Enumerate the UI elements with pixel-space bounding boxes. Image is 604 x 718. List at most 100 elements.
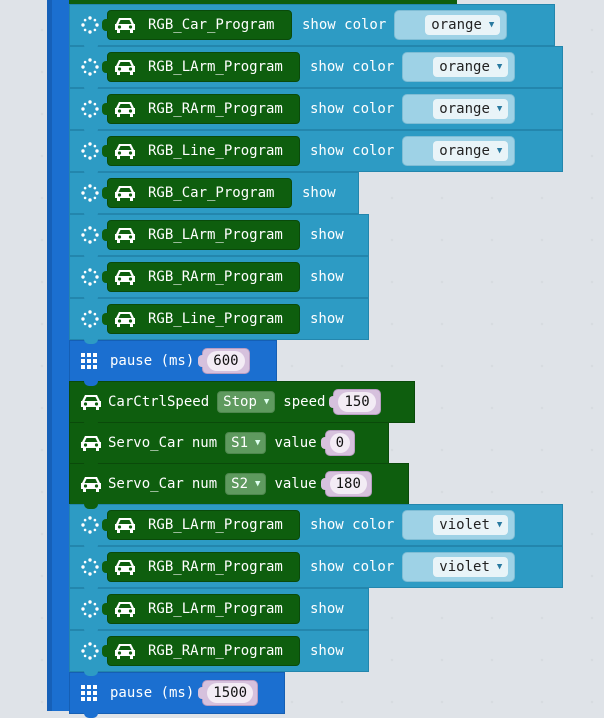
block-rgb[interactable]: RGB_RArm_Program show color violet ▼	[69, 546, 563, 592]
chevron-down-icon: ▼	[496, 520, 503, 530]
program-name: RGB_RArm_Program	[148, 643, 283, 659]
option-value: Stop	[223, 394, 257, 410]
container-block-rail-shade	[47, 0, 52, 711]
action-label: show	[310, 643, 344, 659]
block-connector	[84, 712, 98, 718]
car-icon	[114, 184, 136, 202]
value-label: value	[274, 435, 317, 451]
number-value[interactable]: 0	[329, 433, 351, 453]
block-rgb[interactable]: RGB_RArm_Program show color orange ▼	[69, 88, 563, 134]
block-label: CarCtrlSpeed	[108, 394, 210, 410]
number-field[interactable]: 150	[329, 389, 381, 415]
spinner-icon	[411, 559, 427, 575]
block-rgb-show[interactable]: RGB_LArm_Program show	[69, 588, 369, 634]
color-picker[interactable]: orange ▼	[402, 52, 516, 82]
car-icon	[114, 142, 136, 160]
car-program-reporter[interactable]: RGB_Line_Program	[102, 136, 300, 166]
spinner-icon	[411, 101, 427, 117]
car-program-reporter[interactable]: RGB_RArm_Program	[102, 94, 300, 124]
color-dropdown[interactable]: orange ▼	[433, 99, 509, 119]
car-icon	[114, 268, 136, 286]
spinner-icon	[79, 224, 101, 246]
car-program-reporter[interactable]: RGB_LArm_Program	[102, 510, 300, 540]
color-dropdown[interactable]: orange ▼	[425, 15, 501, 35]
number-value[interactable]: 600	[207, 351, 245, 371]
pause-label: pause (ms)	[110, 685, 195, 701]
spinner-icon	[79, 514, 101, 536]
action-label: show	[302, 185, 336, 201]
program-name: RGB_Car_Program	[148, 17, 275, 33]
color-dropdown[interactable]: orange ▼	[433, 57, 509, 77]
car-program-reporter[interactable]: RGB_Car_Program	[102, 10, 292, 40]
pause-label: pause (ms)	[110, 353, 195, 369]
action-label: show	[310, 601, 344, 617]
program-name: RGB_RArm_Program	[148, 101, 283, 117]
car-program-reporter[interactable]: RGB_RArm_Program	[102, 552, 300, 582]
chevron-down-icon: ▼	[255, 438, 261, 448]
block-rgb-show[interactable]: RGB_RArm_Program show	[69, 630, 369, 676]
block-pause[interactable]: pause (ms) 600	[69, 340, 277, 386]
color-picker[interactable]: orange ▼	[394, 10, 508, 40]
block-servo[interactable]: Servo_Car num S1 ▼ value 0	[69, 422, 389, 468]
number-value[interactable]: 150	[338, 392, 376, 412]
block-servo[interactable]: Servo_Car num S2 ▼ value 180	[69, 463, 409, 509]
block-rgb-show[interactable]: RGB_RArm_Program show	[69, 256, 369, 302]
color-dropdown[interactable]: orange ▼	[433, 141, 509, 161]
car-program-reporter[interactable]: RGB_Car_Program	[102, 178, 292, 208]
car-program-reporter[interactable]: RGB_LArm_Program	[102, 594, 300, 624]
car-icon	[114, 16, 136, 34]
program-name: RGB_LArm_Program	[148, 517, 283, 533]
option-dropdown[interactable]: S1 ▼	[225, 432, 267, 454]
spinner-icon	[79, 14, 101, 36]
car-program-reporter[interactable]: RGB_LArm_Program	[102, 52, 300, 82]
car-icon	[114, 310, 136, 328]
color-value: orange	[439, 59, 490, 75]
number-field[interactable]: 0	[320, 430, 356, 456]
number-field[interactable]: 1500	[198, 680, 259, 706]
car-icon	[114, 100, 136, 118]
option-dropdown[interactable]: Stop ▼	[217, 391, 276, 413]
color-picker[interactable]: violet ▼	[402, 552, 516, 582]
color-value: violet	[439, 517, 490, 533]
spinner-icon	[79, 598, 101, 620]
car-program-reporter[interactable]: RGB_LArm_Program	[102, 220, 300, 250]
block-speed[interactable]: CarCtrlSpeed Stop ▼ speed 150	[69, 381, 415, 427]
grid-icon	[80, 684, 98, 702]
color-picker[interactable]: orange ▼	[402, 94, 516, 124]
car-program-reporter[interactable]: RGB_RArm_Program	[102, 262, 300, 292]
option-dropdown[interactable]: S2 ▼	[225, 473, 267, 495]
car-icon	[114, 558, 136, 576]
block-pause[interactable]: pause (ms) 1500	[69, 672, 285, 718]
block-rgb[interactable]: RGB_Line_Program show color orange ▼	[69, 130, 563, 176]
number-value[interactable]: 1500	[207, 683, 254, 703]
program-name: RGB_RArm_Program	[148, 559, 283, 575]
block-rgb[interactable]: RGB_LArm_Program show color violet ▼	[69, 504, 563, 550]
car-icon	[114, 226, 136, 244]
block-rgb[interactable]: RGB_LArm_Program show color orange ▼	[69, 46, 563, 92]
block-rgb-show[interactable]: RGB_Car_Program show	[69, 172, 359, 218]
chevron-down-icon: ▼	[496, 104, 503, 114]
chevron-down-icon: ▼	[496, 62, 503, 72]
car-icon	[114, 642, 136, 660]
block-rgb[interactable]: RGB_Car_Program show color orange ▼	[69, 4, 555, 50]
color-picker[interactable]: orange ▼	[402, 136, 516, 166]
color-value: orange	[439, 143, 490, 159]
car-program-reporter[interactable]: RGB_Line_Program	[102, 304, 300, 334]
action-label: show color	[310, 101, 395, 117]
color-dropdown[interactable]: violet ▼	[433, 557, 509, 577]
chevron-down-icon: ▼	[263, 397, 270, 407]
block-rgb-show[interactable]: RGB_Line_Program show	[69, 298, 369, 344]
color-value: violet	[439, 559, 490, 575]
color-picker[interactable]: violet ▼	[402, 510, 516, 540]
number-field[interactable]: 180	[320, 471, 372, 497]
spinner-icon	[79, 308, 101, 330]
value-label: speed	[283, 394, 326, 410]
number-field[interactable]: 600	[198, 348, 250, 374]
block-rgb-show[interactable]: RGB_LArm_Program show	[69, 214, 369, 260]
value-label: value	[274, 476, 317, 492]
program-name: RGB_RArm_Program	[148, 269, 283, 285]
color-dropdown[interactable]: violet ▼	[433, 515, 509, 535]
car-program-reporter[interactable]: RGB_RArm_Program	[102, 636, 300, 666]
number-value[interactable]: 180	[329, 474, 367, 494]
action-label: show color	[310, 517, 395, 533]
